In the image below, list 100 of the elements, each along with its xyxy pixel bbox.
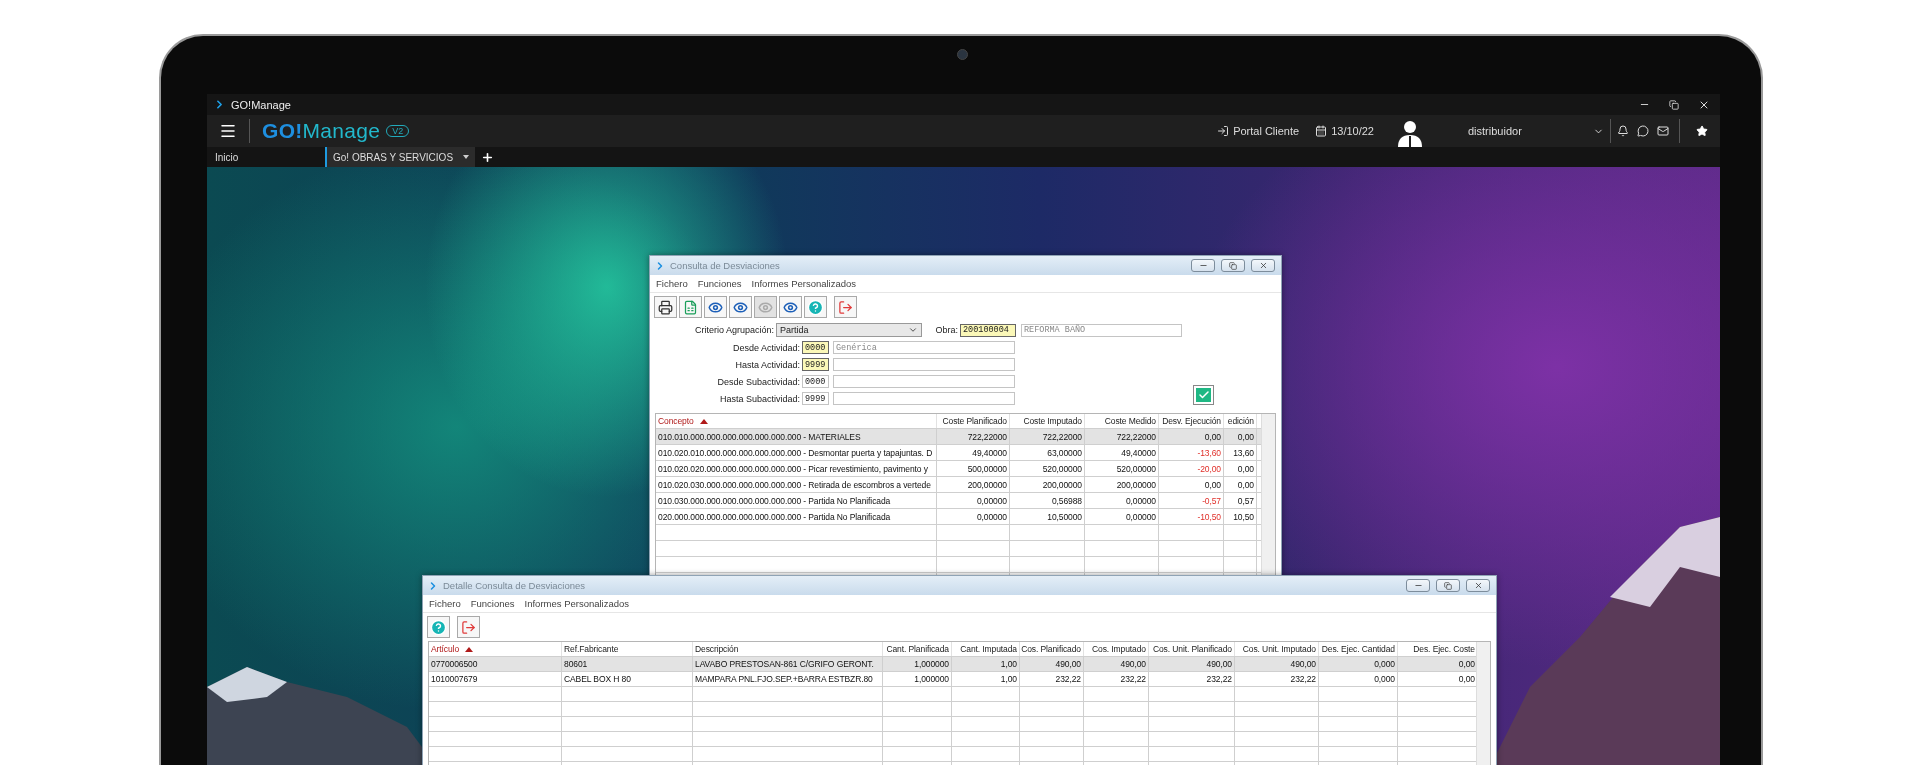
table-cell: 722,22000 bbox=[1010, 429, 1085, 444]
table-cell: 490,00 bbox=[1084, 657, 1149, 671]
table-cell: MAMPARA PNL.FJO.SEP.+BARRA ESTBZR.80 bbox=[693, 672, 883, 686]
table-cell: -20,00 bbox=[1159, 461, 1224, 476]
table-cell: 13,60 bbox=[1224, 445, 1257, 460]
name-field[interactable] bbox=[833, 392, 1015, 405]
mail-icon[interactable] bbox=[1657, 125, 1669, 137]
column-header[interactable]: Artículo bbox=[429, 642, 562, 656]
close-icon bbox=[1473, 581, 1483, 590]
maximize-button[interactable] bbox=[1436, 579, 1460, 592]
help-icon bbox=[430, 618, 447, 636]
chevron-down-icon bbox=[908, 325, 918, 335]
table-cell: 010.020.020.000.000.000.000.000.000 - Picar revestimiento, pavimento y bbox=[656, 461, 937, 476]
restore-icon bbox=[1229, 261, 1237, 270]
code-field[interactable]: 9999 bbox=[802, 392, 829, 405]
printer-icon bbox=[658, 299, 673, 315]
table-cell: -13,60 bbox=[1159, 445, 1224, 460]
code-field[interactable]: 0000 bbox=[802, 375, 829, 388]
table-cell: 010.010.000.000.000.000.000.000.000 - MATERIALES bbox=[656, 429, 937, 444]
scrollbar[interactable] bbox=[1476, 642, 1490, 765]
table-row[interactable]: 1010007679 CABEL BOX H 80 MAMPARA PNL.FJO.SEP.+BARRA ESTBZR.80 1,000000 1,00 232,22 232,22 232,22 232,22 0,000 0,00 bbox=[429, 672, 1476, 687]
table-cell: 200,00000 bbox=[1085, 477, 1159, 492]
table-cell: 0,00 bbox=[1224, 477, 1257, 492]
add-tab-button[interactable] bbox=[481, 150, 495, 164]
table-cell: 10,50 bbox=[1224, 509, 1257, 524]
user-dropdown[interactable]: distribuidor bbox=[1468, 125, 1604, 137]
name-field[interactable]: Genérica bbox=[833, 341, 1015, 354]
table-row[interactable]: 010.020.020.000.000.000.000.000.000 - Picar revestimiento, pavimento y 500,00000 520,00000 520,00000 -20,00 0,00 bbox=[656, 461, 1261, 477]
table-cell: 49,40000 bbox=[1085, 445, 1159, 460]
table-cell: 0,00 bbox=[1224, 429, 1257, 444]
chat-icon[interactable] bbox=[1637, 125, 1649, 137]
table-cell: LAVABO PRESTOSAN-861 C/GRIFO GERONT. bbox=[693, 657, 883, 671]
menu-item[interactable]: Fichero bbox=[656, 278, 688, 289]
table-cell: 232,22 bbox=[1235, 672, 1319, 686]
exit-icon bbox=[461, 619, 476, 635]
camera-dot bbox=[957, 49, 968, 60]
restore-button[interactable] bbox=[1669, 99, 1679, 110]
column-header[interactable]: Ref.Fabricante bbox=[562, 642, 693, 656]
table-row[interactable]: 010.020.030.000.000.000.000.000.000 - Retirada de escombros a vertede 200,00000 200,00000 200,00000 0,00 0,00 bbox=[656, 477, 1261, 493]
field-label: Desde Actividad: bbox=[731, 342, 800, 353]
table-cell: 200,00000 bbox=[937, 477, 1010, 492]
column-header[interactable]: Cant. Planificada bbox=[883, 642, 952, 656]
table-cell: 63,00000 bbox=[1010, 445, 1085, 460]
field-label: Criterio Agrupación: bbox=[693, 325, 774, 335]
window-title: Consulta de Desviaciones bbox=[670, 260, 781, 271]
table-row[interactable]: 010.020.010.000.000.000.000.000.000 - Desmontar puerta y tapajuntas. D 49,40000 63,00000 49,40000 -13,60 13,60 bbox=[656, 445, 1261, 461]
menu-item[interactable]: Informes Personalizados bbox=[524, 598, 630, 609]
column-header[interactable]: Desv. Ejecución bbox=[1159, 414, 1224, 428]
menu-item[interactable]: Funciones bbox=[470, 598, 515, 609]
tab[interactable]: Inicio bbox=[207, 147, 325, 167]
column-header[interactable]: Concepto bbox=[656, 414, 937, 428]
table-cell: 500,00000 bbox=[937, 461, 1010, 476]
table-cell: 010.030.000.000.000.000.000.000.000 - Partida No Planificada bbox=[656, 493, 937, 508]
menu-item[interactable]: Fichero bbox=[429, 598, 461, 609]
eye-icon bbox=[758, 299, 773, 315]
field-label: Desde Subactividad: bbox=[716, 376, 800, 387]
table-row[interactable]: 0770006500 80601 LAVABO PRESTOSAN-861 C/GRIFO GERONT. 1,000000 1,00 490,00 490,00 490,00 490,00 0,000 0,00 bbox=[429, 657, 1476, 672]
column-header[interactable]: Des. Ejec. Cantidad bbox=[1319, 642, 1398, 656]
menu-button[interactable] bbox=[219, 122, 237, 140]
table-cell: 1,00 bbox=[952, 657, 1020, 671]
maximize-button[interactable] bbox=[1221, 259, 1245, 272]
confirm-checkbox[interactable] bbox=[1193, 385, 1214, 405]
toolbar-button[interactable] bbox=[729, 296, 752, 318]
table-cell: 1,000000 bbox=[883, 672, 952, 686]
restore-icon bbox=[1444, 581, 1452, 590]
toolbar-button[interactable] bbox=[654, 296, 677, 318]
star-icon[interactable] bbox=[1696, 125, 1708, 137]
table-cell: 0,00 bbox=[1159, 429, 1224, 444]
login-icon bbox=[1217, 125, 1230, 137]
name-field[interactable] bbox=[833, 375, 1015, 388]
code-field[interactable]: 9999 bbox=[802, 358, 829, 371]
name-field[interactable]: REFORMA BAÑO bbox=[1021, 323, 1182, 337]
column-header[interactable]: Descripción bbox=[693, 642, 883, 656]
grouping-dropdown[interactable]: Partida bbox=[776, 323, 922, 337]
bell-icon[interactable] bbox=[1617, 125, 1629, 137]
code-field[interactable]: 0000 bbox=[802, 341, 829, 354]
eye-icon bbox=[733, 299, 748, 315]
date-button[interactable]: 13/10/22 bbox=[1315, 125, 1374, 137]
table-cell: 1010007679 bbox=[429, 672, 562, 686]
code-field[interactable]: 200100004 bbox=[960, 323, 1016, 337]
column-header[interactable]: Cos. Planificado bbox=[1020, 642, 1084, 656]
table-cell: 020.000.000.000.000.000.000.000.000 - Partida No Planificada bbox=[656, 509, 937, 524]
table-cell: 520,00000 bbox=[1010, 461, 1085, 476]
table-cell: 232,22 bbox=[1020, 672, 1084, 686]
portal-link[interactable]: Portal Cliente bbox=[1217, 125, 1300, 137]
name-field[interactable] bbox=[833, 358, 1015, 371]
menu-item[interactable]: Funciones bbox=[697, 278, 742, 289]
toolbar-button[interactable] bbox=[704, 296, 727, 318]
table-row[interactable]: 010.030.000.000.000.000.000.000.000 - Partida No Planificada 0,00000 0,56988 0,00000 -0,57 0,57 bbox=[656, 493, 1261, 509]
scrollbar[interactable] bbox=[1261, 414, 1275, 577]
spreadsheet-icon bbox=[683, 299, 698, 315]
table-row[interactable]: 020.000.000.000.000.000.000.000.000 - Partida No Planificada 0,00000 10,50000 0,00000 -10,50 10,50 bbox=[656, 509, 1261, 525]
table-cell: 0,56988 bbox=[1010, 493, 1085, 508]
eye-icon bbox=[783, 299, 798, 315]
menu-item[interactable]: Informes Personalizados bbox=[751, 278, 857, 289]
toolbar-button[interactable] bbox=[779, 296, 802, 318]
tab[interactable]: Go! OBRAS Y SERVICIOS bbox=[325, 147, 476, 167]
table-cell: 0770006500 bbox=[429, 657, 562, 671]
table-cell: 0,57 bbox=[1224, 493, 1257, 508]
table-row[interactable]: 010.010.000.000.000.000.000.000.000 - MATERIALES 722,22000 722,22000 722,22000 0,00 0,00 bbox=[656, 429, 1261, 445]
